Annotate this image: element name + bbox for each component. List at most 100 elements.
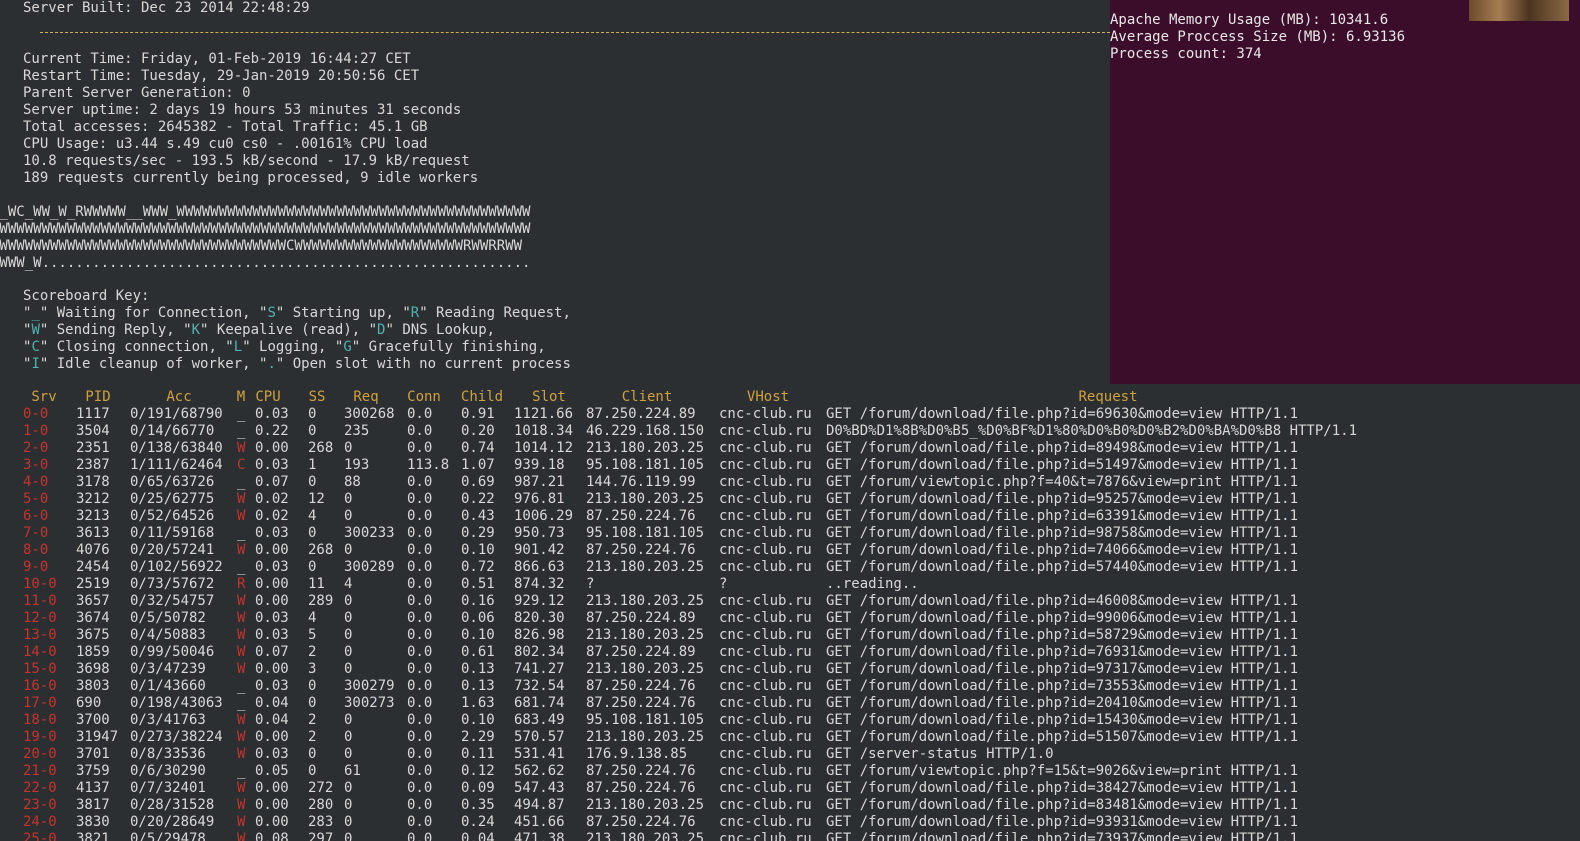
column-header-req: Req xyxy=(353,389,379,405)
cell-ss: 268 xyxy=(308,542,334,558)
cell-acc: 0/65/63726 xyxy=(130,474,215,490)
cell-m: W xyxy=(237,729,246,745)
cell-acc: 0/5/29478 xyxy=(130,831,206,841)
cell-ss: 5 xyxy=(308,627,317,643)
server-built-line: Server Built: Dec 23 2014 22:48:29 xyxy=(23,0,310,16)
cell-slot: 987.21 xyxy=(514,474,565,490)
cell-conn: 0.0 xyxy=(407,440,433,456)
cell-vhost: cnc-club.ru xyxy=(719,746,812,762)
average-process-size: Average Proccess Size (MB): 6.93136 xyxy=(1110,29,1406,45)
cell-ss: 0 xyxy=(308,678,317,694)
cell-child: 0.10 xyxy=(461,542,495,558)
cell-req: 0 xyxy=(344,746,353,762)
cell-client: 95.108.181.105 xyxy=(586,457,705,473)
cell-srv: 15-0 xyxy=(23,661,57,677)
cell-m: W xyxy=(237,831,246,841)
cell-m: W xyxy=(237,627,246,643)
cell-pid: 4076 xyxy=(76,542,110,558)
cell-slot: 1018.34 xyxy=(514,423,574,439)
cell-conn: 0.0 xyxy=(407,712,433,728)
cell-slot: 1121.66 xyxy=(514,406,574,422)
cell-vhost: cnc-club.ru xyxy=(719,797,812,813)
key-text: " Waiting for Connection, " xyxy=(39,305,268,321)
cell-request: GET /forum/download/file.php?id=73553&mo… xyxy=(826,678,1299,694)
cell-cpu: 0.03 xyxy=(255,406,289,422)
cell-cpu: 0.04 xyxy=(255,695,289,711)
cell-child: 0.09 xyxy=(461,780,495,796)
cell-ss: 2 xyxy=(308,729,317,745)
cell-acc: 0/20/28649 xyxy=(130,814,215,830)
cell-m: W xyxy=(237,814,246,830)
cell-m: _ xyxy=(237,406,246,422)
cell-pid: 3830 xyxy=(76,814,110,830)
cell-child: 0.74 xyxy=(461,440,495,456)
cell-pid: 3657 xyxy=(76,593,110,609)
cell-m: R xyxy=(237,576,246,592)
cell-request: GET /forum/download/file.php?id=73937&mo… xyxy=(826,831,1299,841)
cell-req: 0 xyxy=(344,627,353,643)
cell-vhost: cnc-club.ru xyxy=(719,763,812,779)
key-text: " Open slot with no current process xyxy=(275,356,571,372)
cell-req: 0 xyxy=(344,780,353,796)
cell-srv: 21-0 xyxy=(23,763,57,779)
cell-acc: 0/3/47239 xyxy=(130,661,206,677)
cell-conn: 0.0 xyxy=(407,797,433,813)
cell-slot: 451.66 xyxy=(514,814,565,830)
cell-m: W xyxy=(237,712,246,728)
process-count: Process count: 374 xyxy=(1110,46,1262,62)
scoreboard-key-line: "I" Idle cleanup of worker, "." Open slo… xyxy=(23,356,571,373)
key-code: R xyxy=(410,305,420,321)
cell-client: 213.180.203.25 xyxy=(586,559,705,575)
cell-child: 0.13 xyxy=(461,661,495,677)
cell-client: 87.250.224.89 xyxy=(586,644,696,660)
cell-vhost: cnc-club.ru xyxy=(719,406,812,422)
cell-srv: 11-0 xyxy=(23,593,57,609)
cell-srv: 17-0 xyxy=(23,695,57,711)
cell-client: 213.180.203.25 xyxy=(586,440,705,456)
cell-request: GET /forum/download/file.php?id=93931&mo… xyxy=(826,814,1299,830)
cell-m: _ xyxy=(237,559,246,575)
cell-request: GET /forum/download/file.php?id=76931&mo… xyxy=(826,644,1299,660)
scoreboard-line: WWWWWWWWWWWWWWWWWWWWWWWWWWWWWWWWWWWCWWWW… xyxy=(0,238,523,254)
cell-srv: 13-0 xyxy=(23,627,57,643)
column-header-ss: SS xyxy=(308,389,326,405)
cell-cpu: 0.00 xyxy=(255,797,289,813)
cell-acc: 0/191/68790 xyxy=(130,406,223,422)
key-code: I xyxy=(31,356,40,372)
cell-pid: 31947 xyxy=(76,729,119,745)
cell-child: 0.51 xyxy=(461,576,495,592)
key-code: . xyxy=(267,356,276,372)
cell-pid: 2519 xyxy=(76,576,110,592)
cell-req: 300279 xyxy=(344,678,395,694)
cell-acc: 0/102/56922 xyxy=(130,559,223,575)
column-header-vhost: VHost xyxy=(746,389,790,405)
scoreboard-key-line: "_" Waiting for Connection, "S" Starting… xyxy=(23,305,571,322)
cell-slot: 683.49 xyxy=(514,712,565,728)
cell-pid: 3212 xyxy=(76,491,110,507)
cell-pid: 2351 xyxy=(76,440,110,456)
cell-child: 0.69 xyxy=(461,474,495,490)
current-time-line: Current Time: Friday, 01-Feb-2019 16:44:… xyxy=(23,51,411,67)
cell-conn: 113.8 xyxy=(407,457,450,473)
column-header-client: Client xyxy=(621,389,673,405)
cell-conn: 0.0 xyxy=(407,729,433,745)
cell-srv: 24-0 xyxy=(23,814,57,830)
cell-slot: 1014.12 xyxy=(514,440,574,456)
key-text: " Keepalive (read), " xyxy=(200,322,378,338)
cell-acc: 0/28/31528 xyxy=(130,797,215,813)
column-header-acc: Acc xyxy=(166,389,192,405)
cell-request: GET /forum/download/file.php?id=46008&mo… xyxy=(826,593,1299,609)
cell-cpu: 0.00 xyxy=(255,440,289,456)
cell-slot: 826.98 xyxy=(514,627,565,643)
cell-client: 144.76.119.99 xyxy=(586,474,696,490)
cell-client: 87.250.224.89 xyxy=(586,406,696,422)
cell-srv: 8-0 xyxy=(23,542,49,558)
cell-req: 193 xyxy=(344,457,370,473)
cell-pid: 3817 xyxy=(76,797,110,813)
cell-pid: 3701 xyxy=(76,746,110,762)
cell-pid: 3178 xyxy=(76,474,110,490)
key-text: " Closing connection, " xyxy=(39,339,234,355)
cell-pid: 690 xyxy=(76,695,102,711)
key-text: " Logging, " xyxy=(242,339,344,355)
cell-ss: 0 xyxy=(308,559,317,575)
